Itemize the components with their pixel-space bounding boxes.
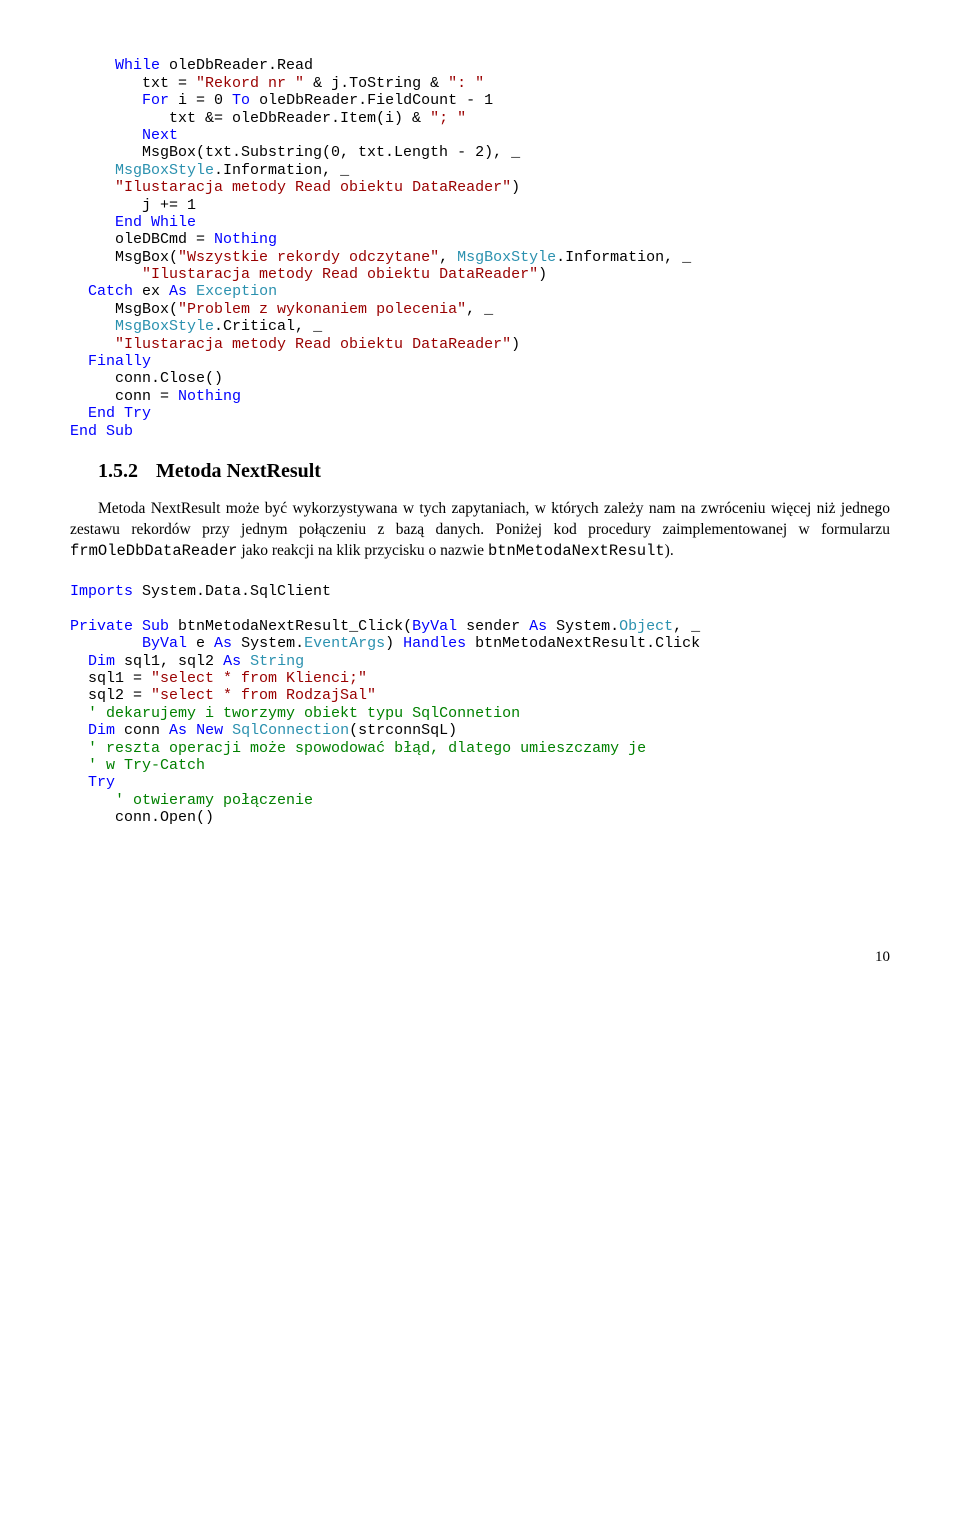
section-heading: 1.5.2 Metoda NextResult: [98, 458, 890, 485]
code-block-1: While oleDbReader.Read txt = "Rekord nr …: [70, 40, 890, 440]
paragraph-text: ).: [665, 542, 674, 559]
code-block-2: Imports System.Data.SqlClient Private Su…: [70, 566, 890, 827]
paragraph-1: Metoda NextResult może być wykorzystywan…: [70, 499, 890, 562]
code-inline-1: frmOleDbDataReader: [70, 542, 237, 560]
paragraph-text: jako reakcji na klik przycisku o nazwie: [237, 542, 488, 559]
page-number: 10: [70, 947, 890, 967]
paragraph-text: Metoda NextResult może być wykorzystywan…: [70, 500, 890, 538]
section-title: Metoda NextResult: [156, 460, 321, 482]
section-number: 1.5.2: [98, 460, 138, 482]
code-inline-2: btnMetodaNextResult: [488, 542, 665, 560]
